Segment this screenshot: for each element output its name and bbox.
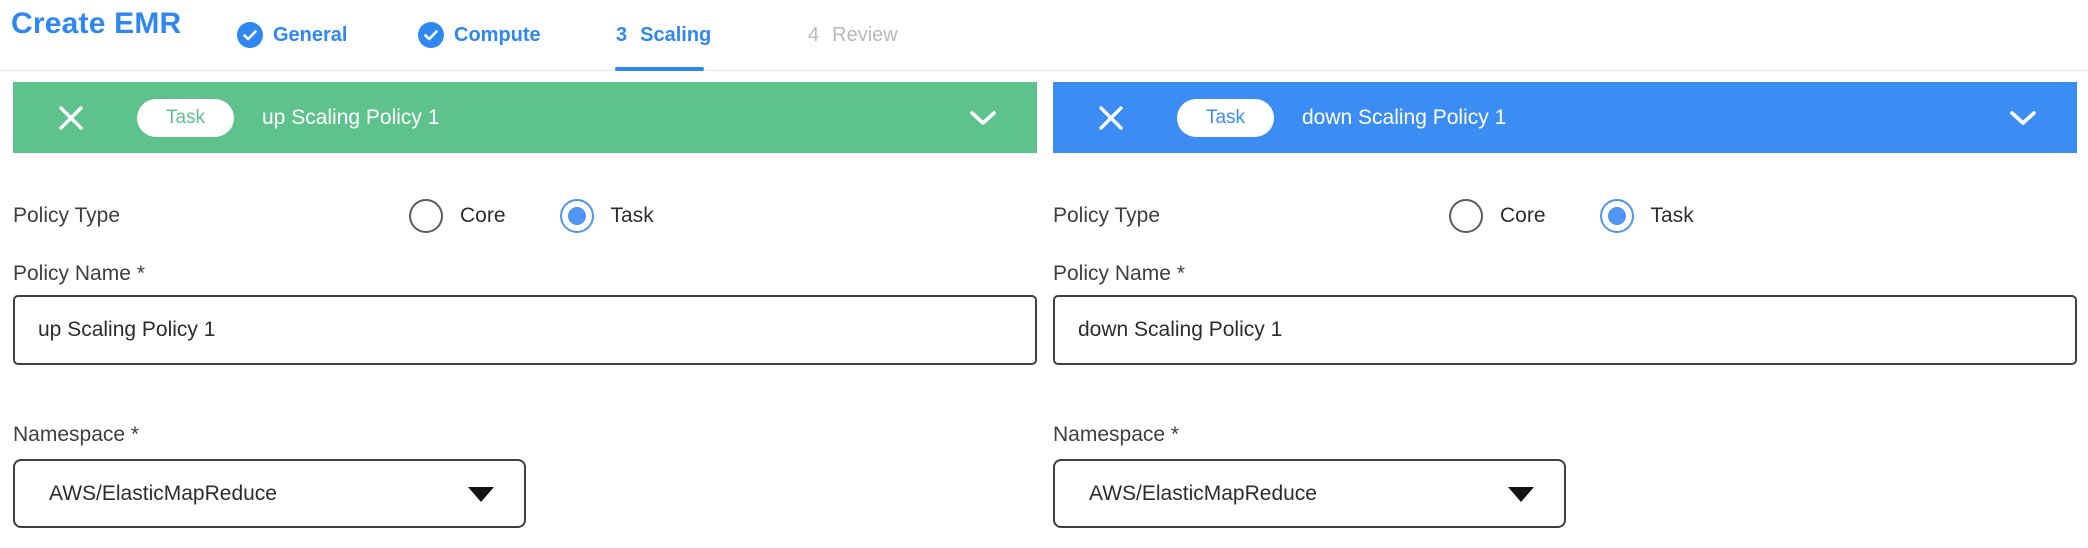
- scale-down-policy-form: Policy Type Core Task Policy Name * Name…: [1053, 198, 2077, 528]
- radio-unchecked-icon: [1449, 199, 1483, 233]
- policy-type-radio-group: Core Task: [409, 198, 654, 234]
- dropdown-caret-icon: [468, 487, 494, 502]
- scale-down-policy-header-bar[interactable]: Task down Scaling Policy 1: [1053, 82, 2077, 153]
- namespace-select-value: AWS/ElasticMapReduce: [1089, 482, 1317, 506]
- scale-up-policy-header-bar[interactable]: Task up Scaling Policy 1: [13, 82, 1037, 153]
- radio-option-task[interactable]: Task: [560, 199, 654, 233]
- check-circle-icon: [237, 22, 263, 48]
- radio-checked-icon: [560, 199, 594, 233]
- step-label: Review: [832, 24, 898, 47]
- namespace-select[interactable]: AWS/ElasticMapReduce: [13, 459, 526, 528]
- namespace-select-value: AWS/ElasticMapReduce: [49, 482, 277, 506]
- policy-type-radio-group: Core Task: [1449, 198, 1694, 234]
- wizard-header: Create EMR General Compute 3 Scaling 4 R…: [0, 0, 2088, 71]
- radio-option-task[interactable]: Task: [1600, 199, 1694, 233]
- policy-type-label: Policy Type: [13, 204, 120, 228]
- radio-checked-icon: [1600, 199, 1634, 233]
- radio-label: Task: [1651, 204, 1694, 228]
- radio-label: Task: [611, 204, 654, 228]
- namespace-label: Namespace *: [13, 423, 1037, 447]
- step-compute[interactable]: Compute: [418, 0, 541, 70]
- namespace-select[interactable]: AWS/ElasticMapReduce: [1053, 459, 1566, 528]
- policy-name-label: Policy Name *: [13, 262, 1037, 286]
- panel-title: up Scaling Policy 1: [262, 106, 969, 130]
- panel-title: down Scaling Policy 1: [1302, 106, 2009, 130]
- check-circle-icon: [418, 22, 444, 48]
- close-icon[interactable]: [1097, 104, 1125, 132]
- task-badge: Task: [1177, 99, 1274, 137]
- policy-name-input[interactable]: [13, 295, 1037, 365]
- step-number: 3: [616, 24, 627, 47]
- close-icon[interactable]: [57, 104, 85, 132]
- policy-name-input[interactable]: [1053, 295, 2077, 365]
- policy-type-row: Policy Type Core Task: [13, 198, 1037, 234]
- dropdown-caret-icon: [1508, 487, 1534, 502]
- radio-option-core[interactable]: Core: [1449, 199, 1546, 233]
- page-title: Create EMR: [11, 7, 181, 41]
- step-label: Scaling: [640, 24, 711, 47]
- chevron-down-icon[interactable]: [2009, 110, 2037, 126]
- step-scaling[interactable]: 3 Scaling: [616, 0, 711, 70]
- step-label: Compute: [454, 24, 541, 47]
- scale-down-policy-panel: Task down Scaling Policy 1 Policy Type C…: [1053, 82, 2077, 528]
- create-emr-page: Create EMR General Compute 3 Scaling 4 R…: [0, 0, 2088, 548]
- radio-label: Core: [460, 204, 506, 228]
- step-review[interactable]: 4 Review: [808, 0, 898, 70]
- task-badge: Task: [137, 99, 234, 137]
- scale-up-policy-form: Policy Type Core Task Policy Name * Name…: [13, 198, 1037, 528]
- step-general[interactable]: General: [237, 0, 347, 70]
- namespace-label: Namespace *: [1053, 423, 2077, 447]
- radio-option-core[interactable]: Core: [409, 199, 506, 233]
- policy-name-label: Policy Name *: [1053, 262, 2077, 286]
- scale-up-policy-panel: Task up Scaling Policy 1 Policy Type Cor…: [13, 82, 1037, 528]
- radio-unchecked-icon: [409, 199, 443, 233]
- radio-label: Core: [1500, 204, 1546, 228]
- step-number: 4: [808, 24, 819, 47]
- active-step-underline: [615, 67, 704, 71]
- policy-type-row: Policy Type Core Task: [1053, 198, 2077, 234]
- step-label: General: [273, 24, 347, 47]
- policy-type-label: Policy Type: [1053, 204, 1160, 228]
- chevron-down-icon[interactable]: [969, 110, 997, 126]
